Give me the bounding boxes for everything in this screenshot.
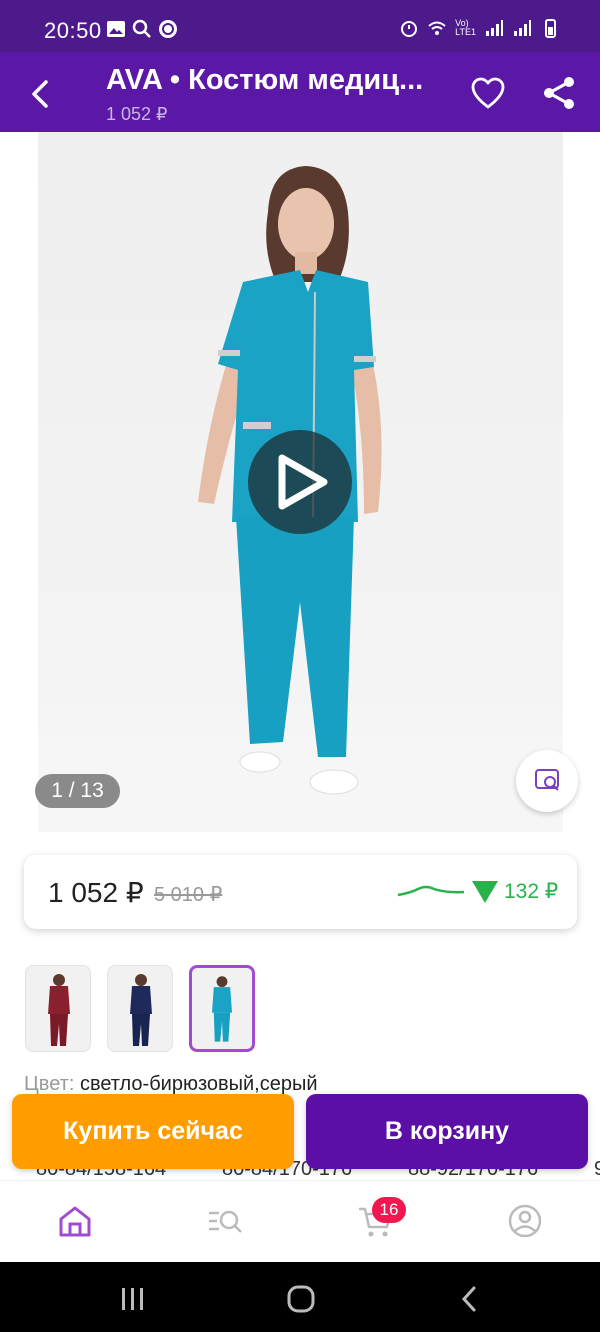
- size-option[interactable]: 9: [594, 1158, 600, 1181]
- search-icon: [132, 19, 151, 38]
- screen: 20:50 Vo) LTE1 AVA • Костюм медиц... 1 0…: [0, 0, 600, 1332]
- profile-icon[interactable]: [505, 1201, 545, 1241]
- color-thumbnail-navy[interactable]: [107, 965, 173, 1052]
- system-back-icon[interactable]: [455, 1284, 485, 1314]
- play-video-button[interactable]: [248, 430, 352, 534]
- heart-icon[interactable]: [470, 76, 506, 112]
- selected-color: Цвет: светло-бирюзовый,серый: [24, 1073, 318, 1096]
- thumbnail-image: [130, 974, 152, 1046]
- current-price: 1 052 ₽: [48, 877, 144, 908]
- price-drop: 132 ₽: [472, 879, 558, 904]
- home-icon[interactable]: [55, 1201, 95, 1241]
- bottom-navigation: [0, 1180, 600, 1262]
- play-icon: [278, 454, 328, 510]
- share-icon[interactable]: [540, 74, 578, 112]
- image-search-icon: [535, 769, 559, 791]
- home-button-icon[interactable]: [286, 1284, 316, 1314]
- buy-now-button[interactable]: Купить сейчас: [12, 1094, 294, 1169]
- color-thumbnail-turquoise[interactable]: [189, 965, 255, 1052]
- network-label: Vo) LTE1: [455, 18, 476, 37]
- page-title: AVA • Костюм медиц...: [106, 64, 424, 96]
- wifi-icon: [428, 21, 446, 35]
- status-icons-left: [106, 19, 178, 39]
- system-navigation-bar: [0, 1262, 600, 1332]
- gallery-icon: [107, 21, 125, 37]
- catalog-search-icon[interactable]: [205, 1201, 245, 1241]
- battery-icon: [545, 19, 556, 38]
- gallery-counter: 1 / 13: [35, 774, 120, 808]
- recent-apps-icon[interactable]: [118, 1284, 148, 1314]
- old-price: 5 010 ₽: [154, 884, 223, 906]
- price-drop-value: 132 ₽: [504, 880, 559, 903]
- visual-search-button[interactable]: [516, 750, 578, 812]
- cart-badge: 16: [372, 1197, 406, 1223]
- price-card[interactable]: 1 052 ₽ 5 010 ₽ 132 ₽: [24, 855, 577, 929]
- app-header: AVA • Костюм медиц... 1 052 ₽: [0, 52, 600, 132]
- vpn-icon: [159, 20, 177, 38]
- status-time: 20:50: [44, 18, 102, 43]
- price-trend-icon: [397, 885, 465, 897]
- status-icons-right: Vo) LTE1: [399, 18, 560, 38]
- color-label: Цвет:: [24, 1073, 75, 1095]
- signal-icon: [486, 20, 503, 36]
- arrow-down-icon: [472, 880, 498, 903]
- thumbnail-image: [212, 976, 232, 1042]
- alarm-icon: [401, 21, 418, 37]
- signal-icon-2: [514, 20, 531, 36]
- header-price: 1 052 ₽: [106, 104, 168, 124]
- color-value: светло-бирюзовый,серый: [79, 1073, 318, 1095]
- color-thumbnail-burgundy[interactable]: [25, 965, 91, 1052]
- back-icon[interactable]: [20, 74, 60, 114]
- thumbnail-image: [48, 974, 70, 1046]
- add-to-cart-button[interactable]: В корзину: [306, 1094, 588, 1169]
